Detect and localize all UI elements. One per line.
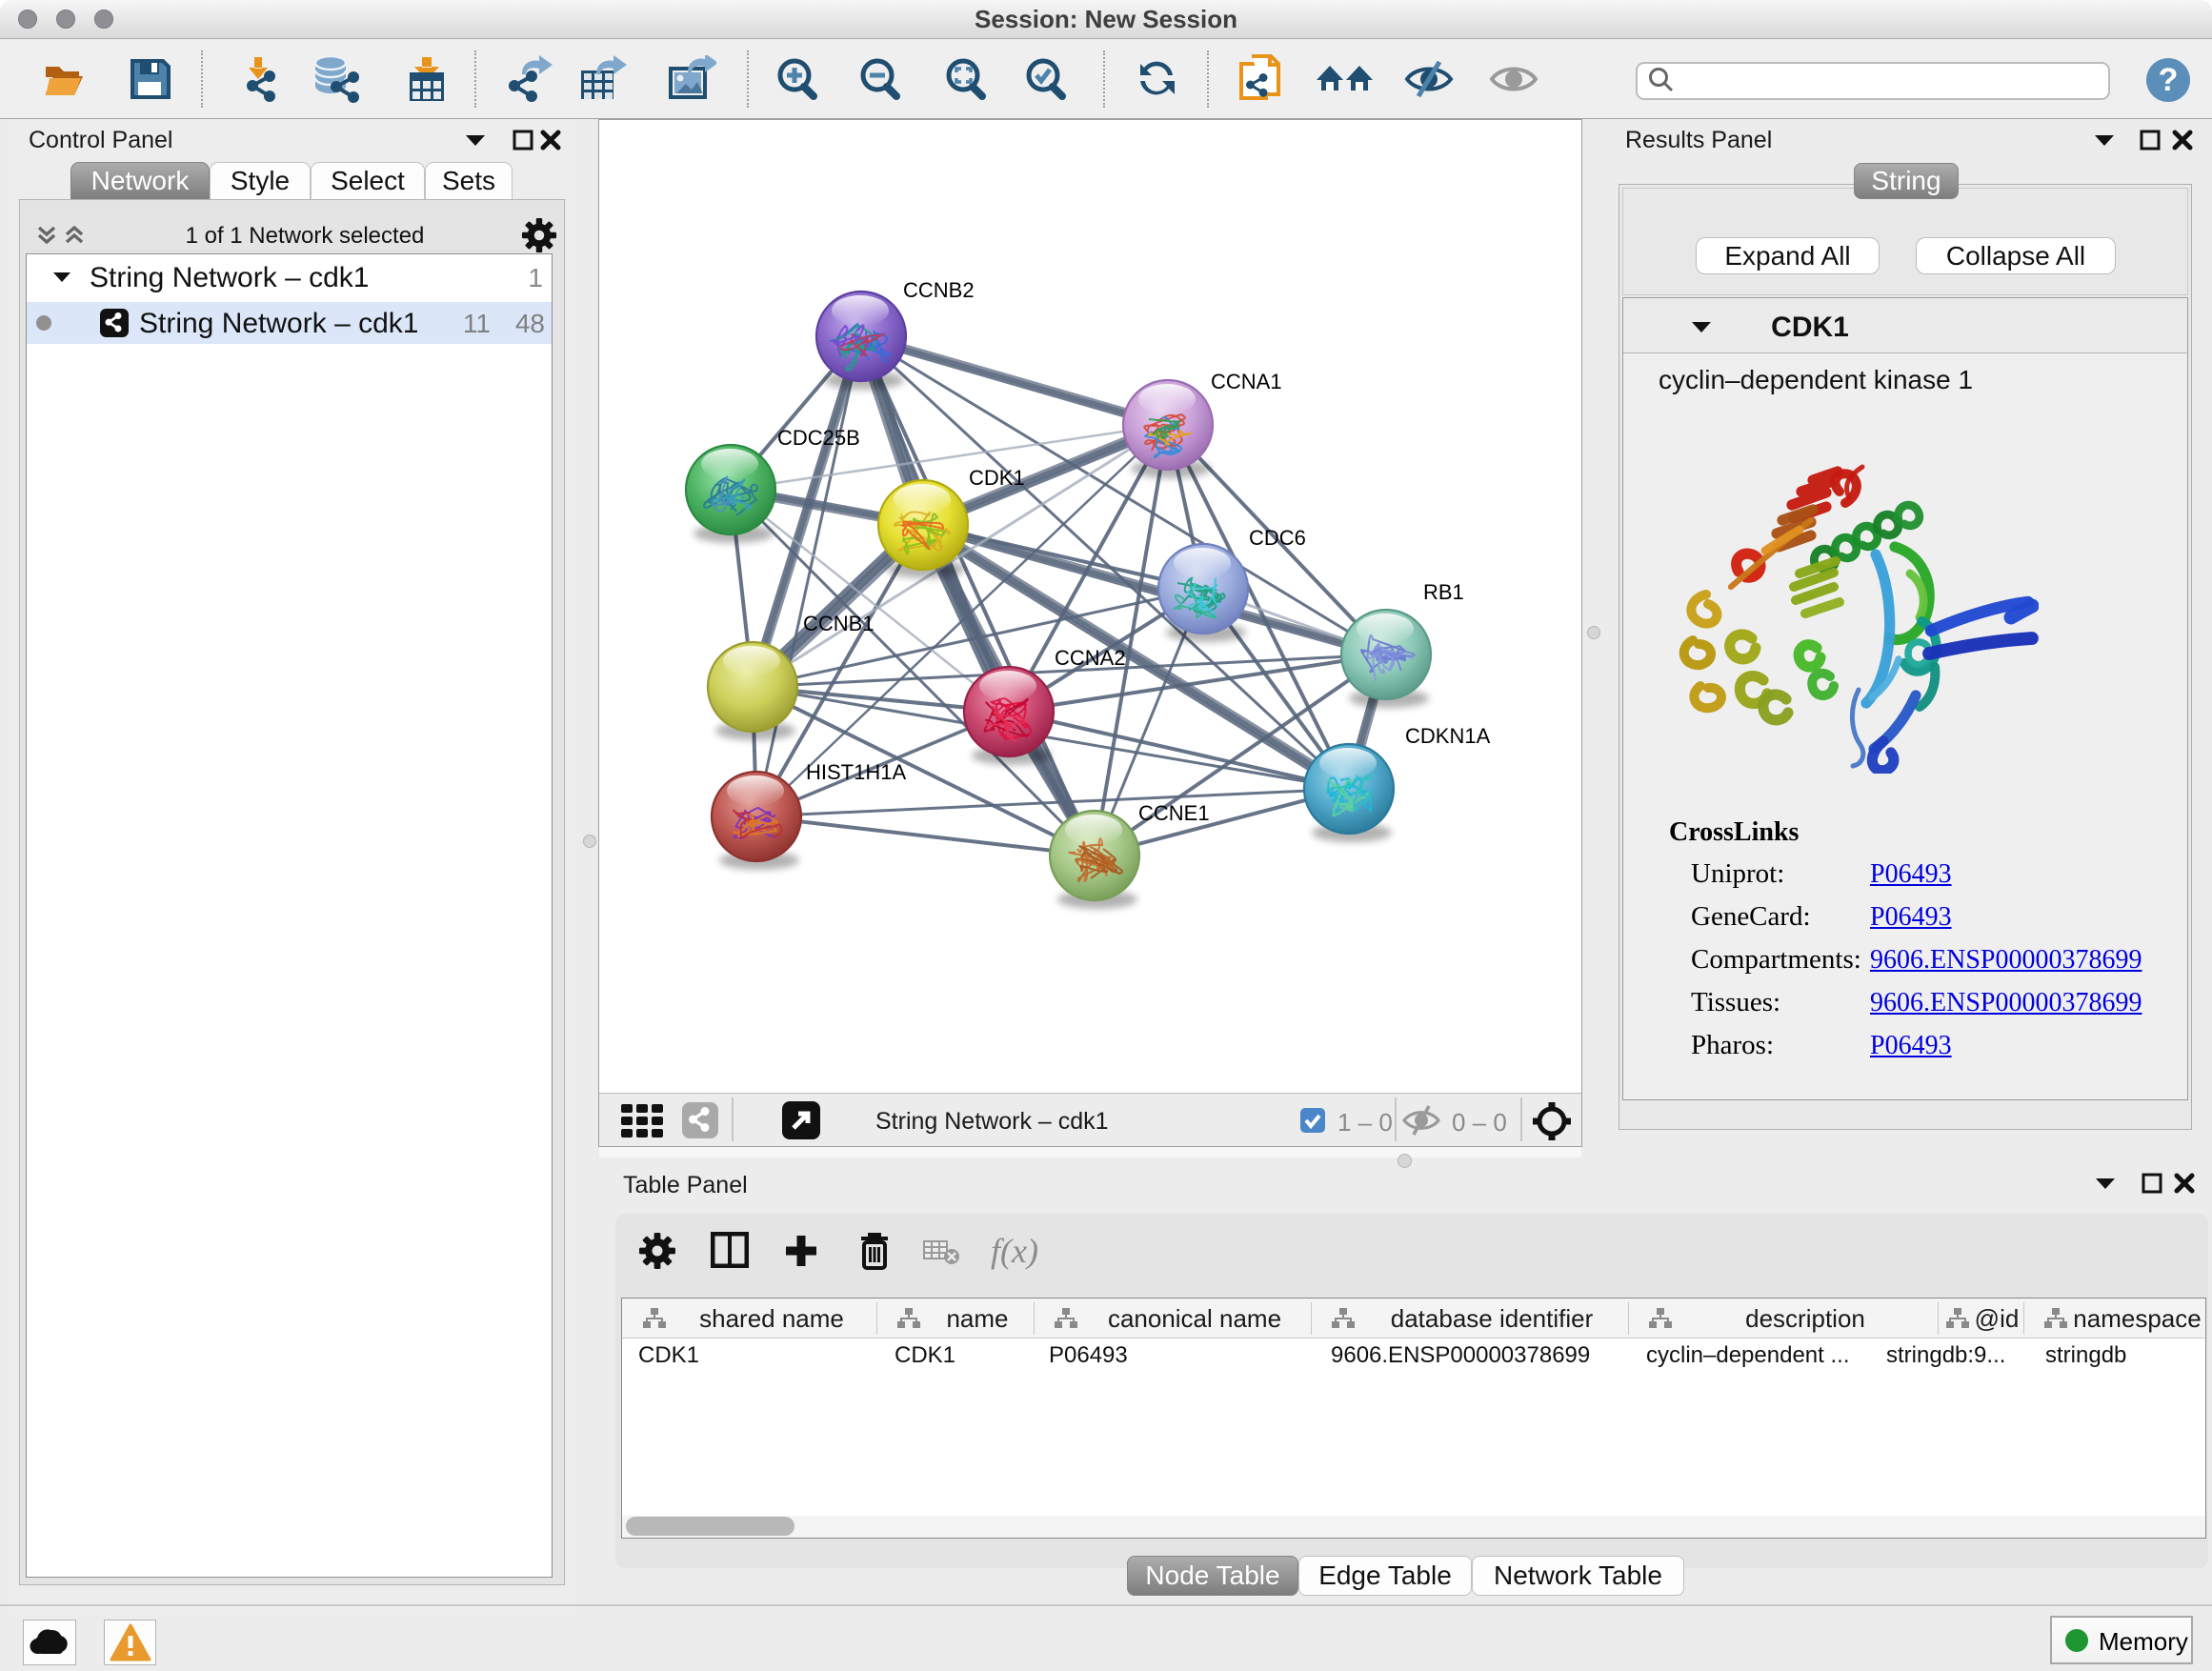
svg-text:CCNB2: CCNB2 <box>903 278 975 302</box>
svg-text:CDC25B: CDC25B <box>777 426 860 450</box>
svg-text:CCNB1: CCNB1 <box>803 612 875 635</box>
svg-text:HIST1H1A: HIST1H1A <box>806 760 906 784</box>
svg-text:CDKN1A: CDKN1A <box>1405 724 1491 748</box>
svg-text:CCNA2: CCNA2 <box>1055 646 1126 670</box>
svg-text:RB1: RB1 <box>1423 580 1464 604</box>
svg-text:?: ? <box>2159 62 2179 98</box>
svg-text:CCNE1: CCNE1 <box>1138 801 1210 825</box>
svg-text:CDC6: CDC6 <box>1249 526 1306 550</box>
svg-text:CCNA1: CCNA1 <box>1211 370 1282 393</box>
svg-text:CDK1: CDK1 <box>969 466 1025 490</box>
